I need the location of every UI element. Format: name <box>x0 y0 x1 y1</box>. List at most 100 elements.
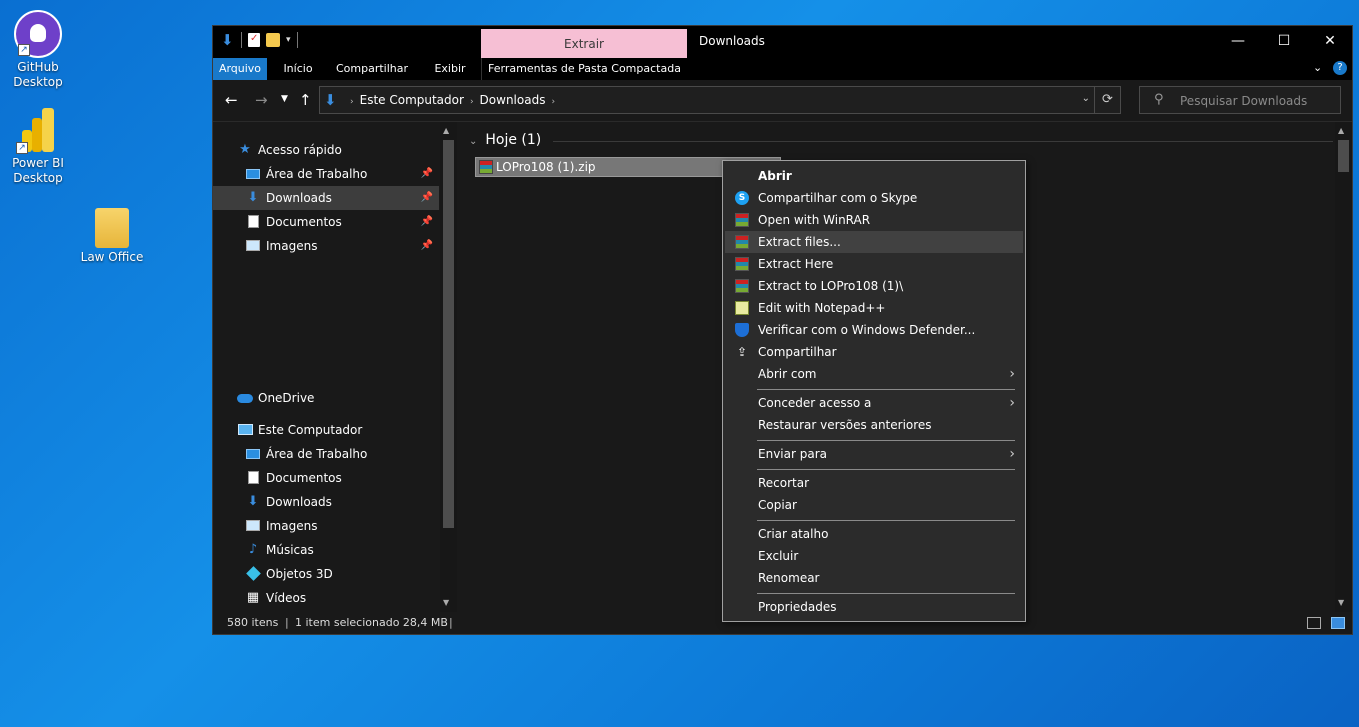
tab-extrair[interactable]: Extrair <box>481 29 687 58</box>
search-input[interactable]: Pesquisar Downloads <box>1180 94 1307 108</box>
customize-toolbar-icon[interactable]: ▾ <box>286 35 291 45</box>
content-scrollbar[interactable]: ▲ ▼ <box>1335 122 1352 612</box>
star-icon: ★ <box>239 142 251 157</box>
close-button[interactable]: ✕ <box>1307 26 1353 58</box>
nav-item-este-computador[interactable]: Este Computador <box>213 418 439 442</box>
nav-item-downloads[interactable]: ⬇ Downloads 📌 <box>213 186 439 210</box>
menu-item-criar-atalho[interactable]: Criar atalho <box>725 523 1023 545</box>
menu-item-renomear[interactable]: Renomear <box>725 567 1023 589</box>
menu-item-compartilhar-skype[interactable]: S Compartilhar com o Skype <box>725 187 1023 209</box>
chevron-down-icon[interactable]: ⌄ <box>1082 93 1090 104</box>
nav-item-pc-musicas[interactable]: ♪ Músicas <box>213 538 439 562</box>
maximize-button[interactable]: ☐ <box>1261 26 1307 58</box>
recent-locations-icon[interactable]: ▼ <box>281 94 288 104</box>
nav-item-quick-access[interactable]: ★ Acesso rápido <box>213 138 439 162</box>
item-count: 580 itens <box>227 616 279 629</box>
expand-ribbon-icon[interactable]: ⌄ <box>1313 61 1322 74</box>
scroll-down-icon[interactable]: ▼ <box>1338 598 1344 607</box>
up-button[interactable]: ↑ <box>299 91 312 109</box>
cube-3d-icon <box>245 562 261 589</box>
nav-item-pc-videos[interactable]: ▦ Vídeos <box>213 586 439 610</box>
properties-icon[interactable] <box>248 33 260 47</box>
nav-scrollbar[interactable]: ▲ ▼ <box>440 122 457 612</box>
address-row: ← → ▼ ↑ ⬇ › Este Computador › Downloads › ⌄ … <box>213 80 1352 122</box>
download-arrow-icon: ⬇ <box>324 91 337 109</box>
desktop-icon-powerbi[interactable]: ↗ Power BI Desktop <box>0 106 76 186</box>
breadcrumb: › Este Computador › Downloads › <box>344 93 561 107</box>
breadcrumb-chevron-icon: › <box>551 97 556 107</box>
menu-item-conceder-acesso[interactable]: Conceder acesso a › <box>725 392 1023 414</box>
desktop-icon-law-office[interactable]: Law Office <box>74 208 150 265</box>
nav-item-imagens[interactable]: Imagens 📌 <box>213 234 439 258</box>
desktop-icon-label: Law Office <box>80 250 144 264</box>
menu-item-enviar-para[interactable]: Enviar para › <box>725 443 1023 465</box>
tab-inicio[interactable]: Início <box>273 58 323 80</box>
nav-item-area-de-trabalho[interactable]: Área de Trabalho 📌 <box>213 162 439 186</box>
powerbi-icon: ↗ <box>14 106 62 154</box>
large-icons-view-icon[interactable] <box>1331 617 1345 629</box>
menu-separator <box>757 469 1015 470</box>
chevron-down-icon[interactable]: ⌄ <box>469 136 477 147</box>
menu-item-compartilhar[interactable]: ⇪ Compartilhar <box>725 341 1023 363</box>
chevron-right-icon: › <box>1009 366 1015 382</box>
pin-icon[interactable]: 📌 <box>421 186 433 210</box>
back-button[interactable]: ← <box>225 91 238 109</box>
nav-item-pc-downloads[interactable]: ⬇ Downloads <box>213 490 439 514</box>
nav-item-pc-documentos[interactable]: Documentos <box>213 466 439 490</box>
scroll-up-icon[interactable]: ▲ <box>443 126 449 135</box>
nav-item-pc-area-de-trabalho[interactable]: Área de Trabalho <box>213 442 439 466</box>
pin-icon[interactable]: 📌 <box>421 210 433 234</box>
menu-item-extract-files[interactable]: Extract files... <box>725 231 1023 253</box>
menu-item-abrir[interactable]: Abrir <box>725 165 1023 187</box>
group-header[interactable]: ⌄ Hoje (1) <box>469 132 541 148</box>
menu-item-open-with-winrar[interactable]: Open with WinRAR <box>725 209 1023 231</box>
chevron-right-icon: › <box>1009 395 1015 411</box>
search-box[interactable]: ⚲ Pesquisar Downloads <box>1139 86 1341 114</box>
shortcut-arrow-icon: ↗ <box>16 142 28 154</box>
details-view-icon[interactable] <box>1307 617 1321 629</box>
tab-ferramentas-pasta-compactada[interactable]: Ferramentas de Pasta Compactada <box>481 58 687 80</box>
share-icon: ⇪ <box>736 345 748 359</box>
pin-icon[interactable]: 📌 <box>421 234 433 258</box>
nav-item-pc-imagens[interactable]: Imagens <box>213 514 439 538</box>
tab-arquivo[interactable]: Arquivo <box>213 58 267 80</box>
minimize-button[interactable]: — <box>1215 26 1261 58</box>
address-bar[interactable]: ⬇ › Este Computador › Downloads › ⌄ ⟳ <box>319 86 1121 114</box>
menu-item-copiar[interactable]: Copiar <box>725 494 1023 516</box>
menu-item-excluir[interactable]: Excluir <box>725 545 1023 567</box>
menu-item-propriedades[interactable]: Propriedades <box>725 596 1023 618</box>
menu-separator <box>757 389 1015 390</box>
menu-item-abrir-com[interactable]: Abrir com › <box>725 363 1023 385</box>
menu-item-extract-here[interactable]: Extract Here <box>725 253 1023 275</box>
image-icon <box>245 514 261 540</box>
scroll-down-icon[interactable]: ▼ <box>443 598 449 607</box>
image-icon <box>245 234 261 260</box>
breadcrumb-item[interactable]: Downloads <box>480 93 546 107</box>
folder-icon <box>95 208 129 248</box>
help-icon[interactable]: ? <box>1333 61 1347 75</box>
defender-shield-icon <box>735 323 749 337</box>
nav-item-onedrive[interactable]: OneDrive <box>213 386 439 410</box>
breadcrumb-item[interactable]: Este Computador <box>360 93 464 107</box>
desktop-icon-github[interactable]: ↗ GitHub Desktop <box>0 10 76 90</box>
scroll-up-icon[interactable]: ▲ <box>1338 126 1344 135</box>
status-divider: | <box>449 616 453 629</box>
refresh-button[interactable]: ⟳ <box>1094 87 1120 113</box>
menu-item-restaurar-versoes[interactable]: Restaurar versões anteriores <box>725 414 1023 436</box>
winrar-icon <box>735 235 749 249</box>
scrollbar-thumb[interactable] <box>443 140 454 528</box>
tab-exibir[interactable]: Exibir <box>425 58 475 80</box>
scrollbar-thumb[interactable] <box>1338 140 1349 172</box>
forward-button[interactable]: → <box>255 91 268 109</box>
menu-item-edit-notepadpp[interactable]: Edit with Notepad++ <box>725 297 1023 319</box>
menu-item-extract-to-folder[interactable]: Extract to LOPro108 (1)\ <box>725 275 1023 297</box>
nav-item-documentos[interactable]: Documentos 📌 <box>213 210 439 234</box>
new-folder-icon[interactable] <box>266 33 280 47</box>
window-title: Downloads <box>699 34 765 48</box>
pin-icon[interactable]: 📌 <box>421 162 433 186</box>
menu-separator <box>757 593 1015 594</box>
menu-item-recortar[interactable]: Recortar <box>725 472 1023 494</box>
nav-item-pc-objetos-3d[interactable]: Objetos 3D <box>213 562 439 586</box>
tab-compartilhar[interactable]: Compartilhar <box>331 58 413 80</box>
menu-item-verificar-defender[interactable]: Verificar com o Windows Defender... <box>725 319 1023 341</box>
